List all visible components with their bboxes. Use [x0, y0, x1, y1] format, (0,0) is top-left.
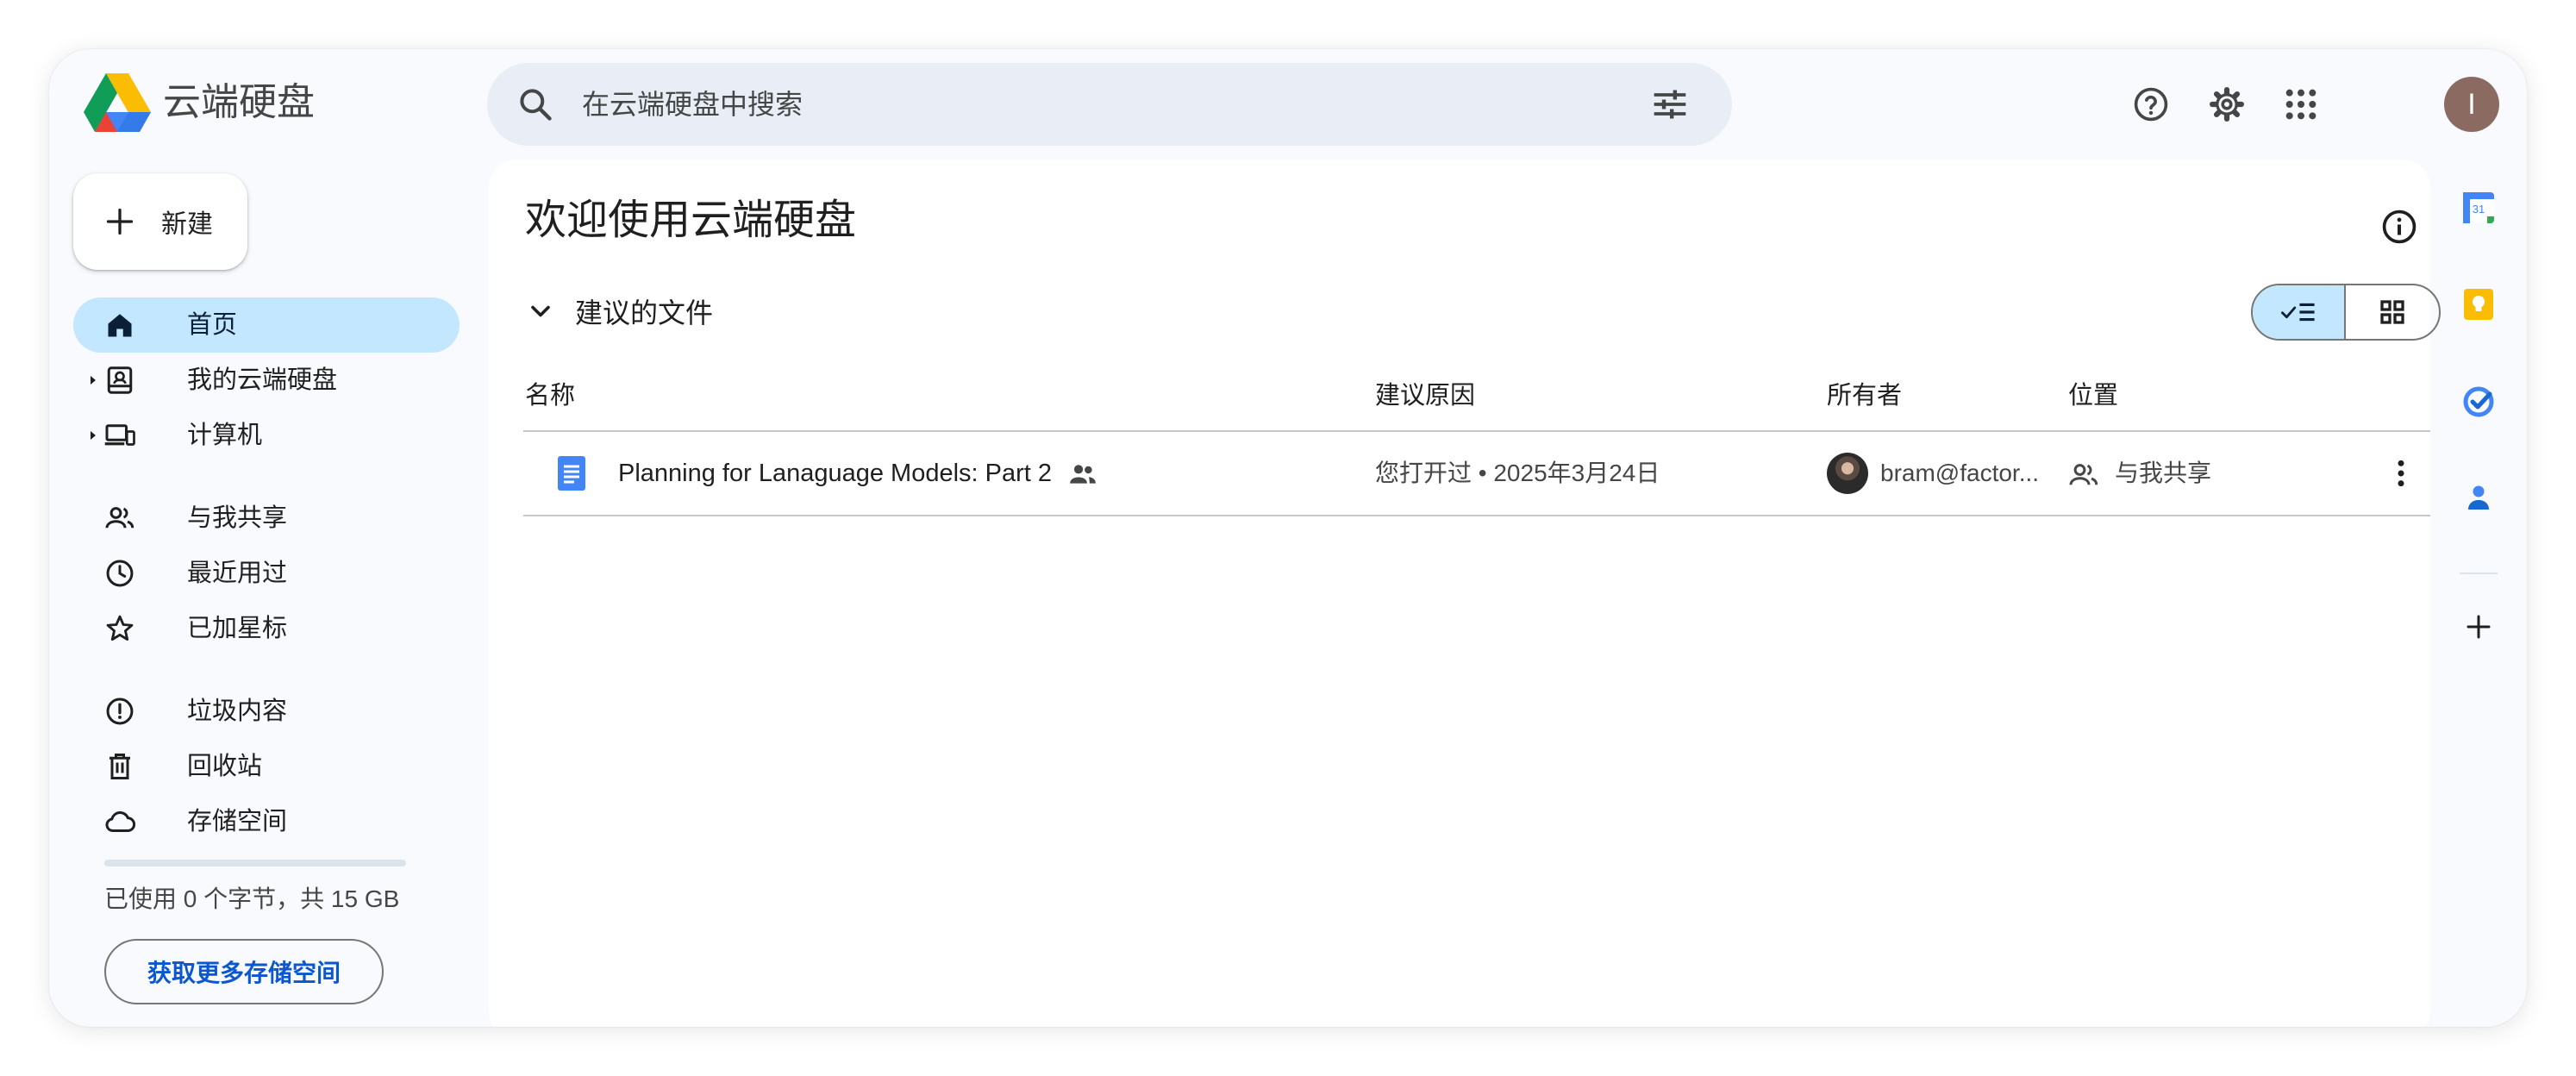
apps-button[interactable]: [2275, 78, 2327, 130]
grid-view-icon: [2380, 300, 2404, 324]
file-name[interactable]: Planning for Lanaguage Models: Part 2: [618, 457, 1052, 490]
search-input[interactable]: [582, 78, 1616, 130]
more-actions-icon[interactable]: [2384, 456, 2418, 491]
drive-logo-icon[interactable]: [84, 73, 151, 132]
help-icon: [2134, 87, 2168, 122]
expand-arrow-icon[interactable]: [89, 430, 97, 441]
column-header-name[interactable]: 名称: [525, 380, 575, 411]
column-header-location: 位置: [2068, 382, 2119, 410]
account-avatar[interactable]: I: [2444, 77, 2499, 132]
column-header-reason: 建议原因: [1375, 382, 1476, 410]
main-content: 欢迎使用云端硬盘 建议的文件 名称 建议原因 所有者 位置 Planning f…: [489, 160, 2441, 1027]
list-view-icon: [2281, 303, 2315, 322]
plus-icon: [106, 208, 134, 235]
section-title: 建议的文件: [575, 297, 714, 328]
owner-email: bram@factor...: [1880, 460, 2040, 486]
nav-item-label: 存储空间: [187, 808, 288, 835]
chevron-down-icon: [531, 305, 550, 317]
column-header-owner: 所有者: [1827, 382, 1903, 410]
table-row-divider: [523, 515, 2430, 516]
nav-item-spam[interactable]: 垃圾内容: [73, 684, 460, 739]
star-icon: [106, 615, 134, 641]
help-button[interactable]: [2125, 78, 2177, 130]
nav-item-label: 回收站: [187, 753, 263, 780]
computers-icon: [104, 424, 135, 446]
nav-item-label: 计算机: [187, 422, 263, 449]
nav-item-home[interactable]: 首页: [73, 297, 460, 353]
settings-button[interactable]: [2201, 78, 2253, 130]
new-button[interactable]: 新建: [73, 173, 247, 270]
info-icon[interactable]: [2380, 208, 2418, 246]
nav-item-computers[interactable]: 计算机: [73, 408, 460, 463]
nav-item-my-drive[interactable]: 我的云端硬盘: [73, 353, 460, 408]
table-row[interactable]: Planning for Lanaguage Models: Part 2 您打…: [523, 432, 2430, 515]
tasks-icon[interactable]: [2461, 384, 2496, 418]
shared-icon: [105, 507, 134, 529]
cloud-icon: [105, 811, 135, 833]
nav-item-shared-with-me[interactable]: 与我共享: [73, 491, 460, 546]
search-options-icon[interactable]: [1651, 85, 1689, 123]
new-button-label: 新建: [161, 210, 213, 239]
storage-usage-bar: [104, 860, 406, 866]
my-drive-icon: [107, 366, 133, 394]
drive-window: 云端硬盘 在云端硬盘中搜索 I 新建 首页 我的云端硬盘 计算机 与我共享 最近…: [49, 49, 2527, 1027]
storage-usage-text: 已使用 0 个字节，共 15 GB: [104, 885, 400, 912]
search-icon[interactable]: [516, 85, 554, 123]
grid-view-button[interactable]: [2346, 285, 2439, 339]
google-docs-icon: [558, 456, 585, 491]
side-panel-divider: [2460, 572, 2498, 574]
suggested-files-toggle[interactable]: 建议的文件: [525, 289, 713, 334]
calendar-icon[interactable]: 31: [2461, 191, 2496, 225]
nav-item-label: 垃圾内容: [187, 698, 288, 725]
clock-icon: [106, 560, 134, 587]
suggestion-reason: 您打开过 • 2025年3月24日: [1375, 460, 1660, 486]
nav-item-recent[interactable]: 最近用过: [73, 546, 460, 601]
home-icon: [108, 314, 132, 337]
nav-item-label: 最近用过: [187, 560, 288, 587]
owner-avatar: [1827, 453, 1868, 494]
page-title: 欢迎使用云端硬盘: [525, 197, 857, 243]
expand-arrow-icon[interactable]: [89, 375, 97, 385]
list-view-button[interactable]: [2253, 285, 2347, 339]
shared-people-icon: [1070, 465, 1096, 484]
nav-item-trash[interactable]: 回收站: [73, 739, 460, 794]
contacts-icon[interactable]: [2461, 480, 2496, 515]
nav-item-starred[interactable]: 已加星标: [73, 601, 460, 656]
search-bar[interactable]: [487, 63, 1732, 146]
shared-location-icon: [2069, 464, 2098, 485]
trash-icon: [109, 754, 130, 779]
nav-item-label: 已加星标: [187, 615, 288, 642]
file-location[interactable]: 与我共享: [2115, 457, 2211, 490]
calendar-day: 31: [2473, 203, 2485, 216]
view-toggle: [2251, 284, 2441, 341]
nav-item-label: 首页: [187, 311, 238, 339]
add-icon[interactable]: [2461, 610, 2496, 644]
apps-grid-icon: [2285, 89, 2317, 120]
get-more-storage-button[interactable]: 获取更多存储空间: [104, 939, 384, 1004]
app-title: 云端硬盘: [163, 81, 315, 123]
nav-item-label: 与我共享: [187, 504, 288, 532]
spam-icon: [106, 698, 134, 725]
keep-icon[interactable]: [2461, 287, 2496, 322]
nav-item-label: 我的云端硬盘: [187, 366, 338, 394]
gear-icon: [2210, 87, 2244, 122]
nav-item-storage[interactable]: 存储空间: [73, 794, 460, 849]
